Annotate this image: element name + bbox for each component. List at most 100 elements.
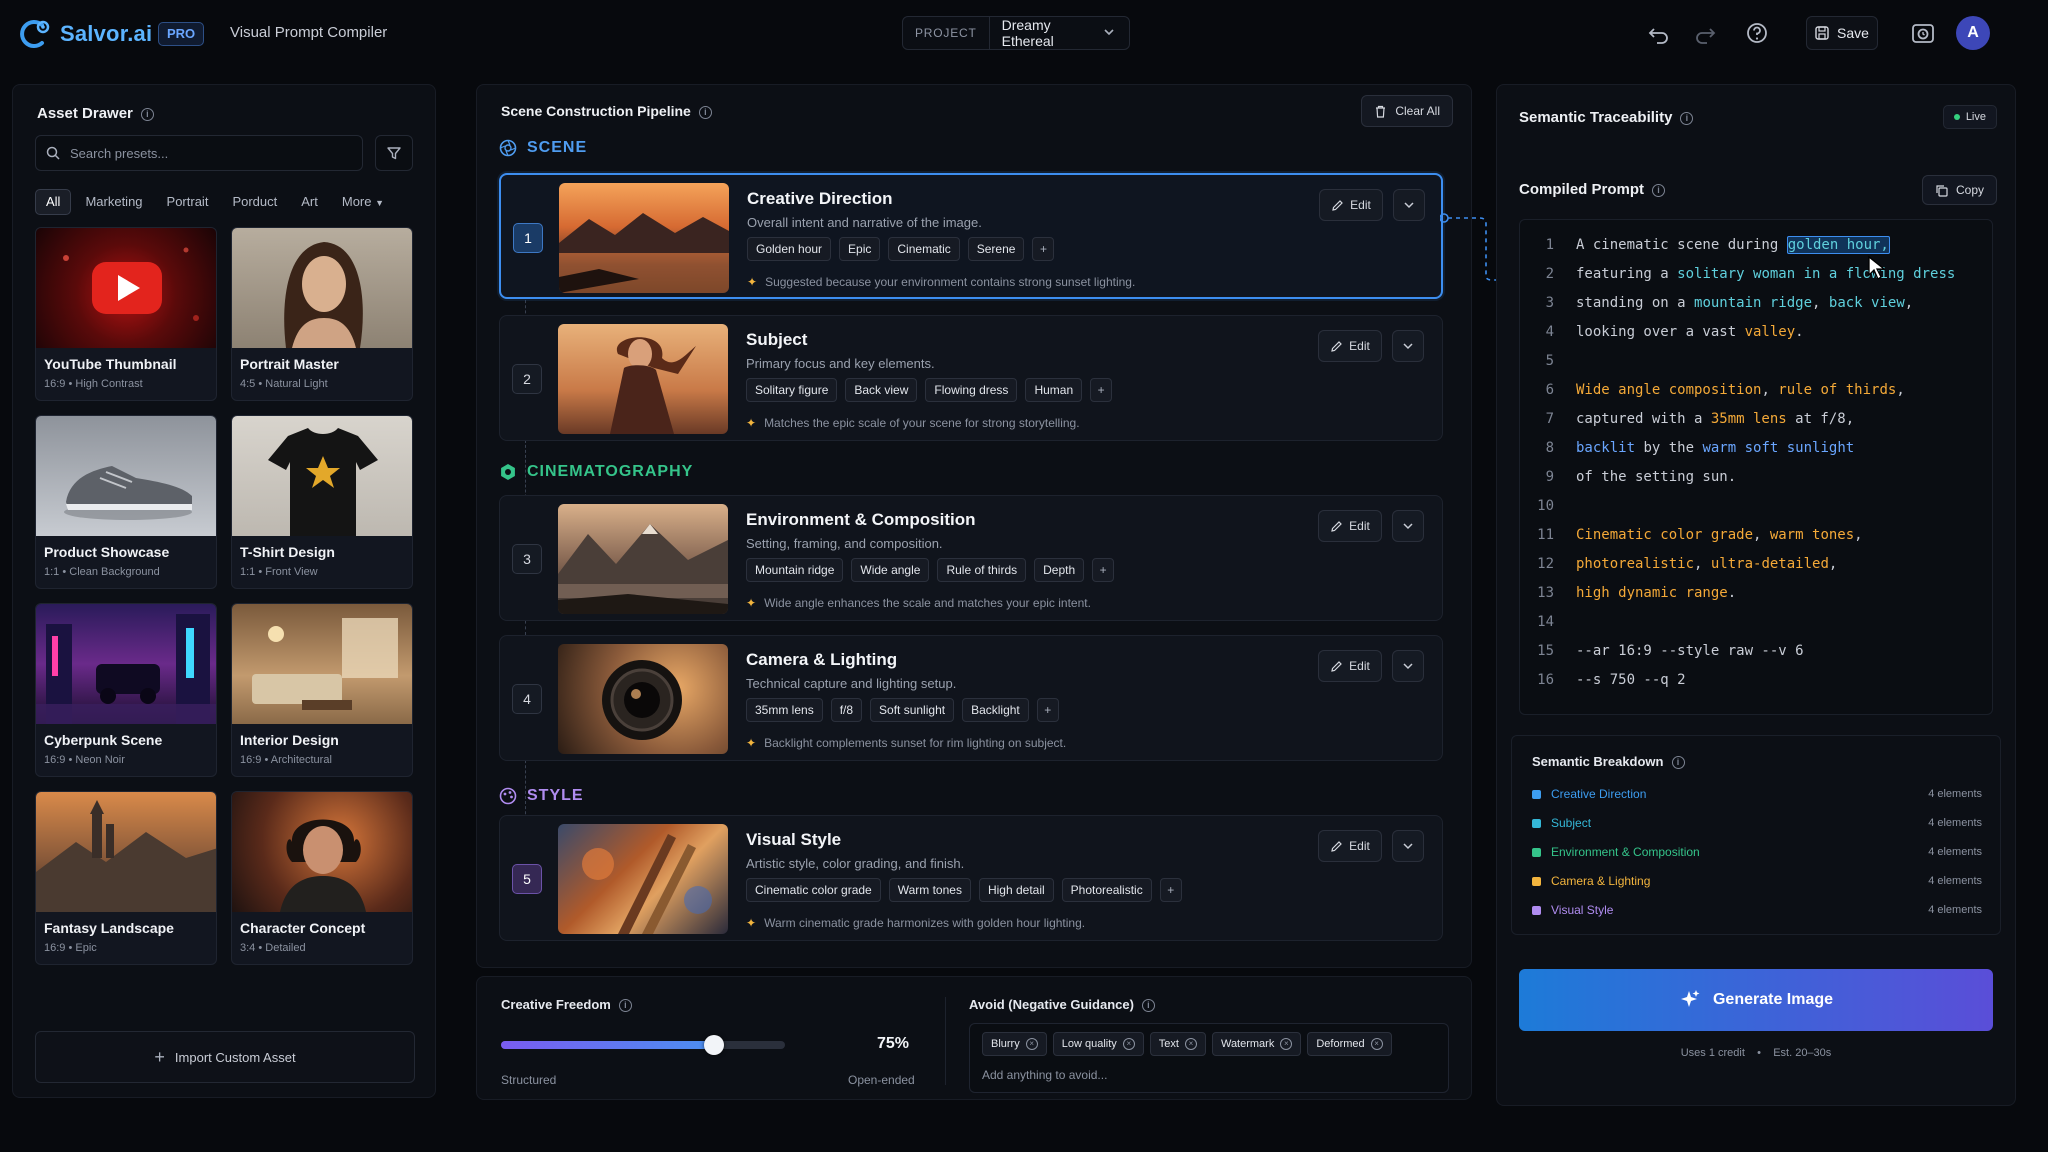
filter-chip-marketing[interactable]: Marketing (75, 189, 152, 215)
asset-card-fantasy-landscape[interactable]: Fantasy Landscape 16:9 • Epic (35, 791, 217, 965)
semantic-breakdown: Semantic Breakdown i Creative Direction 4 … (1511, 735, 2001, 935)
add-tag-button[interactable]: + (1092, 558, 1115, 582)
tag[interactable]: Golden hour (747, 237, 832, 261)
generate-image-button[interactable]: Generate Image (1519, 969, 1993, 1031)
asset-card-portrait-master[interactable]: Portrait Master 4:5 • Natural Light (231, 227, 413, 401)
filter-chip-product[interactable]: Porduct (222, 189, 287, 215)
avoid-tag[interactable]: Deformed × (1307, 1032, 1392, 1056)
breakdown-row[interactable]: Visual Style 4 elements (1532, 900, 1982, 920)
undo-icon[interactable] (1646, 20, 1672, 46)
asset-card-cyberpunk-scene[interactable]: Cyberpunk Scene 16:9 • Neon Noir (35, 603, 217, 777)
tag[interactable]: Cinematic (888, 237, 960, 261)
expand-button[interactable] (1392, 650, 1424, 682)
pipeline-step-visual-style[interactable]: 5 Visual Style Artistic style, color gra… (499, 815, 1443, 941)
info-icon[interactable]: i (1671, 756, 1685, 769)
tag[interactable]: 35mm lens (746, 698, 823, 722)
add-tag-button[interactable]: + (1032, 237, 1055, 261)
avoid-tag[interactable]: Text × (1149, 1032, 1206, 1056)
step-description: Artistic style, color grading, and finis… (746, 856, 965, 871)
avatar[interactable]: A (1956, 16, 1990, 50)
tag[interactable]: Epic (839, 237, 881, 261)
add-tag-button[interactable]: + (1090, 378, 1113, 402)
search-input[interactable]: Search presets... (35, 135, 363, 171)
pipeline-step-camera-lighting[interactable]: 4 Camera & Lighting Technical capture an… (499, 635, 1443, 761)
asset-card-youtube-thumbnail[interactable]: YouTube Thumbnail 16:9 • High Contrast (35, 227, 217, 401)
pipeline-step-environment[interactable]: 3 Environment & Composition Setting, fra… (499, 495, 1443, 621)
tag[interactable]: Back view (845, 378, 918, 402)
creative-freedom-slider[interactable] (501, 1035, 785, 1055)
tag[interactable]: Human (1025, 378, 1083, 402)
pipeline-step-creative-direction[interactable]: 1 Creative Direction Overall intent and … (499, 173, 1443, 299)
copy-button[interactable]: Copy (1921, 175, 1997, 205)
tag[interactable]: Solitary figure (746, 378, 838, 402)
avoid-tag[interactable]: Watermark × (1211, 1032, 1302, 1056)
step-thumbnail (558, 824, 728, 934)
avoid-tag[interactable]: Blurry × (982, 1032, 1047, 1056)
tag[interactable]: Depth (1034, 558, 1085, 582)
avoid-tag[interactable]: Low quality × (1052, 1032, 1144, 1056)
tag[interactable]: High detail (978, 878, 1054, 902)
edit-button[interactable]: Edit (1318, 330, 1382, 362)
hint-text: Suggested because your environment conta… (765, 275, 1136, 289)
tag[interactable]: Backlight (962, 698, 1029, 722)
edit-button[interactable]: Edit (1319, 189, 1383, 221)
import-custom-asset-button[interactable]: + Import Custom Asset (35, 1031, 415, 1083)
remove-icon[interactable]: × (1280, 1038, 1293, 1050)
edit-button[interactable]: Edit (1318, 510, 1382, 542)
expand-button[interactable] (1392, 330, 1424, 362)
info-icon[interactable]: i (1652, 184, 1666, 197)
asset-card-product-showcase[interactable]: Product Showcase 1:1 • Clean Background (35, 415, 217, 589)
app-logo[interactable]: Salvor.ai (16, 16, 152, 52)
edit-label: Edit (1350, 198, 1371, 212)
breakdown-row[interactable]: Environment & Composition 4 elements (1532, 842, 1982, 862)
tag[interactable]: Wide angle (851, 558, 930, 582)
compiled-prompt-editor[interactable]: 1 A cinematic scene during golden hour, 2 f… (1519, 219, 1993, 715)
edit-button[interactable]: Edit (1318, 650, 1382, 682)
breakdown-row[interactable]: Subject 4 elements (1532, 813, 1982, 833)
remove-icon[interactable]: × (1122, 1038, 1135, 1050)
tag[interactable]: Flowing dress (925, 378, 1018, 402)
info-icon[interactable]: i (1680, 112, 1694, 125)
avoid-input[interactable]: Blurry × Low quality × Text × Watermark × De… (969, 1023, 1449, 1093)
filter-button[interactable] (375, 135, 413, 171)
expand-button[interactable] (1392, 830, 1424, 862)
clear-all-button[interactable]: Clear All (1361, 95, 1453, 127)
help-icon[interactable] (1744, 20, 1770, 46)
expand-button[interactable] (1392, 510, 1424, 542)
info-icon[interactable]: i (618, 999, 632, 1012)
asset-card-interior-design[interactable]: Interior Design 16:9 • Architectural (231, 603, 413, 777)
tag[interactable]: Warm tones (888, 878, 971, 902)
asset-card-tshirt-design[interactable]: T-Shirt Design 1:1 • Front View (231, 415, 413, 589)
tag[interactable]: Photorealistic (1061, 878, 1152, 902)
tag[interactable]: f/8 (830, 698, 863, 722)
redo-icon[interactable] (1692, 20, 1718, 46)
tag[interactable]: Soft sunlight (870, 698, 955, 722)
filter-chip-more[interactable]: More ▼ (332, 189, 394, 215)
pipeline-step-subject[interactable]: 2 Subject Primary focus and key elements… (499, 315, 1443, 441)
save-button[interactable]: Save (1806, 16, 1878, 50)
project-selector[interactable]: PROJECT Dreamy Ethereal (902, 16, 1130, 50)
filter-chip-portrait[interactable]: Portrait (157, 189, 219, 215)
asset-card-character-concept[interactable]: Character Concept 3:4 • Detailed (231, 791, 413, 965)
slider-handle[interactable] (704, 1035, 724, 1055)
filter-chip-all[interactable]: All (35, 189, 72, 215)
tag[interactable]: Serene (967, 237, 1025, 261)
info-icon[interactable]: i (1141, 999, 1155, 1012)
tag[interactable]: Cinematic color grade (746, 878, 881, 902)
add-tag-button[interactable]: + (1159, 878, 1182, 902)
info-icon[interactable]: i (140, 108, 154, 121)
info-icon[interactable]: i (698, 106, 712, 119)
asset-name: Portrait Master (240, 356, 339, 372)
filter-chip-art[interactable]: Art (291, 189, 328, 215)
camera-history-icon[interactable] (1910, 20, 1936, 46)
remove-icon[interactable]: × (1184, 1038, 1197, 1050)
breakdown-row[interactable]: Camera & Lighting 4 elements (1532, 871, 1982, 891)
tag[interactable]: Mountain ridge (746, 558, 844, 582)
add-tag-button[interactable]: + (1036, 698, 1059, 722)
breakdown-row[interactable]: Creative Direction 4 elements (1532, 784, 1982, 804)
edit-button[interactable]: Edit (1318, 830, 1382, 862)
tag[interactable]: Rule of thirds (937, 558, 1027, 582)
remove-icon[interactable]: × (1025, 1038, 1038, 1050)
expand-button[interactable] (1393, 189, 1425, 221)
remove-icon[interactable]: × (1370, 1038, 1383, 1050)
